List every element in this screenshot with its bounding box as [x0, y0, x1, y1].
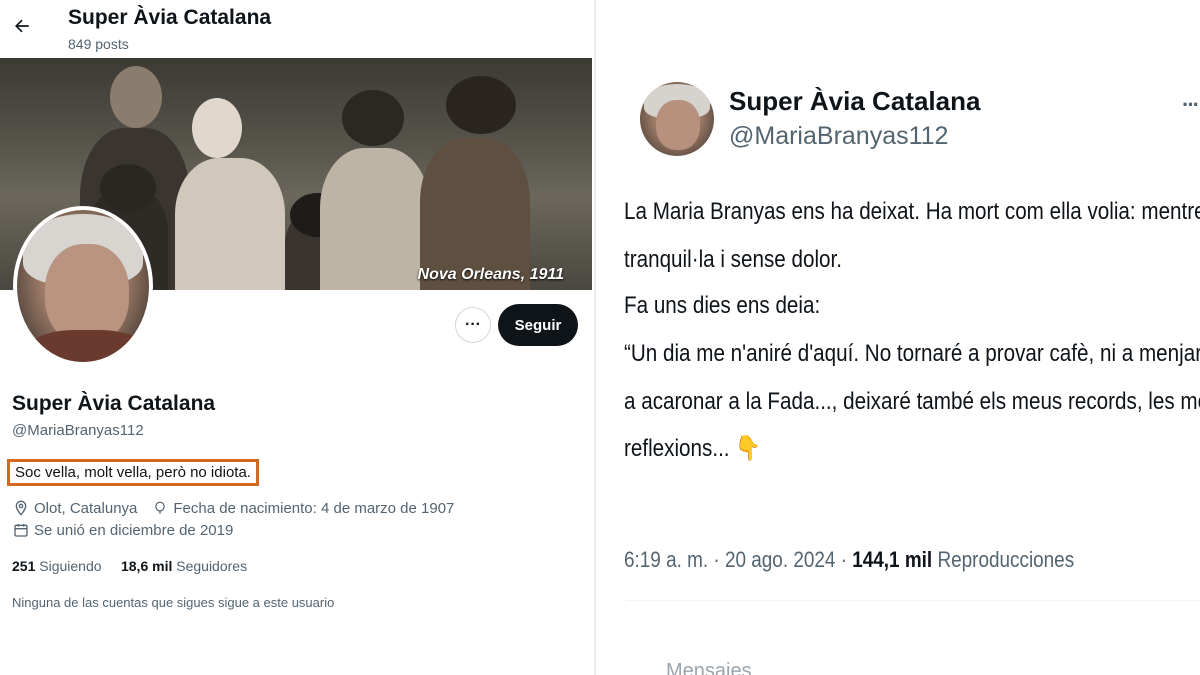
- tweet-text-line: reflexions... 👇: [624, 435, 761, 462]
- profile-bio: Soc vella, molt vella, però no idiota.: [7, 459, 259, 486]
- header-title: Super Àvia Catalana: [68, 6, 272, 29]
- tweet-text-line: tranquil·la i sense dolor.: [624, 246, 842, 273]
- tweet-text-line: a acaronar a la Fada..., deixaré també e…: [624, 388, 1200, 415]
- tweet-meta: 6:19 a. m. · 20 ago. 2024 · 144,1 mil Re…: [624, 547, 1074, 573]
- profile-handle: @MariaBranyas112: [12, 422, 144, 439]
- arrow-left-icon: [15, 19, 29, 33]
- header-posts-count: 849 posts: [68, 36, 129, 52]
- following-link[interactable]: 251 Siguiendo: [12, 558, 102, 574]
- profile-joined: Se unió en diciembre de 2019: [34, 521, 234, 539]
- tweet-panel: Super Àvia Catalana @MariaBranyas112 ···…: [596, 0, 1200, 675]
- location-pin-icon: [12, 499, 30, 517]
- tweet-text-line: “Un dia me n'aniré d'aquí. No tornaré a …: [624, 340, 1200, 367]
- more-options-button[interactable]: ···: [455, 307, 491, 343]
- tweet-author-avatar[interactable]: [640, 82, 714, 156]
- tweet-text-line: Fa uns dies ens deia:: [624, 292, 821, 319]
- balloon-icon: [151, 499, 169, 517]
- tweet-text-line: La Maria Branyas ens ha deixat. Ha mort …: [624, 198, 1200, 225]
- profile-name: Super Àvia Catalana: [12, 392, 216, 415]
- profile-meta-joined: Se unió en diciembre de 2019: [12, 521, 233, 539]
- profile-header: Super Àvia Catalana 849 posts: [0, 0, 594, 58]
- tweet-more-icon[interactable]: ···: [1182, 92, 1200, 118]
- followers-link[interactable]: 18,6 mil Seguidores: [121, 558, 247, 574]
- followers-you-know-note: Ninguna de las cuentas que sigues sigue …: [12, 595, 335, 610]
- more-horizontal-icon: ···: [465, 316, 481, 333]
- tweet-views-count: 144,1 mil: [852, 547, 933, 572]
- profile-panel: Super Àvia Catalana 849 posts Nova Orlea…: [0, 0, 594, 675]
- profile-location: Olot, Catalunya: [34, 499, 138, 517]
- tweet-author-handle[interactable]: @MariaBranyas112: [729, 122, 948, 151]
- profile-meta-location-birth: Olot, Catalunya Fecha de nacimiento: 4 d…: [12, 499, 454, 517]
- profile-stats: 251 Siguiendo 18,6 mil Seguidores: [12, 558, 247, 574]
- tweet-footer-partial-text: Mensajes: [666, 660, 752, 675]
- calendar-icon: [12, 521, 30, 539]
- tweet-timestamp[interactable]: 6:19 a. m. · 20 ago. 2024 ·: [624, 547, 852, 572]
- follow-button[interactable]: Seguir: [498, 304, 578, 346]
- banner-caption: Nova Orleans, 1911: [417, 266, 564, 283]
- profile-avatar[interactable]: [13, 206, 153, 366]
- back-button[interactable]: [8, 12, 36, 40]
- tweet-views-label: Reproducciones: [937, 547, 1075, 572]
- tweet-author-name[interactable]: Super Àvia Catalana: [729, 86, 980, 117]
- profile-birthdate: Fecha de nacimiento: 4 de marzo de 1907: [173, 499, 455, 517]
